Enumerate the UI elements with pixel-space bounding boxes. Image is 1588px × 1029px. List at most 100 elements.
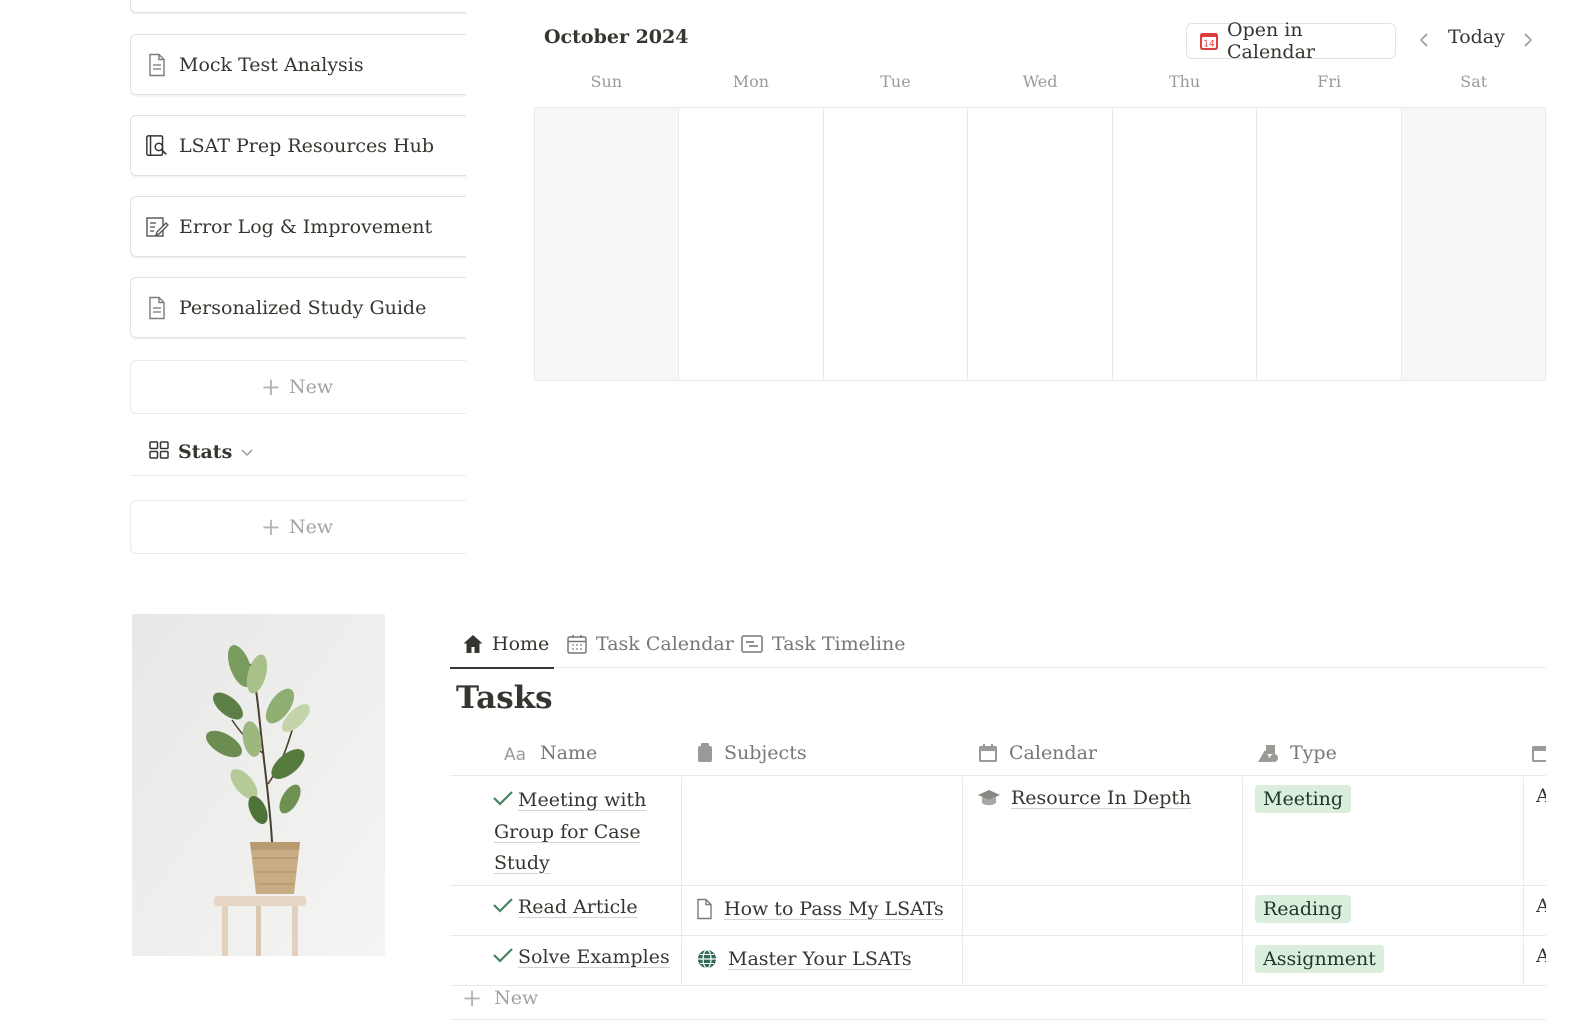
document-icon <box>145 296 169 320</box>
cell-name[interactable]: Read Article <box>450 887 682 935</box>
weekday-fri: Fri <box>1317 72 1342 91</box>
tab-label: Task Timeline <box>772 633 906 655</box>
open-in-calendar-button[interactable]: 14 Open in Calendar <box>1186 19 1396 63</box>
calendar-icon <box>566 633 588 655</box>
column-label: Subjects <box>724 742 807 764</box>
tab-home[interactable]: Home <box>450 620 554 669</box>
weekday-sat: Sat <box>1460 72 1488 91</box>
weekday-tue: Tue <box>880 72 911 91</box>
checkmark-icon <box>492 786 518 817</box>
new-page-button[interactable]: + New <box>130 360 466 414</box>
column-header-type[interactable]: Type <box>1256 730 1337 776</box>
column-label: Calendar <box>1009 742 1097 764</box>
today-button[interactable]: Today <box>1448 26 1505 48</box>
plant-image <box>132 614 385 956</box>
cell-calendar[interactable]: Resource In Depth <box>963 777 1243 885</box>
graduation-cap-icon <box>977 787 1001 809</box>
calendar-day-cell[interactable] <box>1401 108 1545 380</box>
stats-view-selector[interactable]: Stats <box>130 428 466 476</box>
table-row[interactable]: Read Article How to Pass My LSATs Readin… <box>450 887 1546 936</box>
weekday-mon: Mon <box>732 72 770 91</box>
stats-label: Stats <box>178 440 233 463</box>
cell-type[interactable]: Reading <box>1243 887 1524 935</box>
task-name[interactable]: Read Article <box>518 896 638 918</box>
subject-link[interactable]: How to Pass My LSATs <box>724 898 944 920</box>
calendar-day-cell[interactable] <box>679 108 824 380</box>
column-header-calendar[interactable]: Calendar <box>977 730 1097 776</box>
cell-calendar[interactable] <box>963 887 1243 935</box>
card-mock-test-analysis[interactable]: Mock Test Analysis <box>130 34 466 95</box>
column-label: Type <box>1290 742 1337 764</box>
column-label: Name <box>540 742 598 764</box>
weekday-wed: Wed <box>1022 72 1058 91</box>
card-label: LSAT Prep Resources Hub <box>179 134 435 157</box>
weekday-header: Sun Mon Tue Wed Thu Fri Sat <box>534 72 1546 98</box>
timeline-icon <box>740 633 764 655</box>
column-header-more[interactable] <box>1530 730 1546 776</box>
tab-task-timeline[interactable]: Task Timeline <box>740 620 905 668</box>
new-label: New <box>288 376 334 398</box>
home-icon <box>462 633 484 655</box>
chevron-left-icon <box>1419 33 1428 47</box>
table-header: Aa Name Subjects Calendar Type <box>450 730 1546 776</box>
new-label: New <box>494 986 539 1009</box>
new-stats-button[interactable]: + New <box>130 500 466 554</box>
calendar-day-cell[interactable] <box>968 108 1113 380</box>
cell-subjects[interactable] <box>682 777 963 885</box>
cell-subjects[interactable]: How to Pass My LSATs <box>682 887 963 935</box>
previous-month-button[interactable] <box>1414 28 1434 52</box>
calendar-day-cell[interactable] <box>823 108 969 380</box>
card-error-log-improvement[interactable]: Error Log & Improvement <box>130 196 466 257</box>
card-label: Mock Test Analysis <box>179 53 364 76</box>
cell-name[interactable]: Meeting with Group for Case Study <box>450 777 682 885</box>
calendar-day-cell[interactable] <box>535 108 680 380</box>
plus-icon: + <box>462 983 483 1012</box>
type-tag: Meeting <box>1255 785 1352 813</box>
weekday-thu: Thu <box>1168 72 1201 91</box>
tasks-table: Aa Name Subjects Calendar Type Meeting w… <box>450 730 1546 1029</box>
next-month-button[interactable] <box>1518 28 1538 52</box>
subject-link[interactable]: Master Your LSATs <box>728 948 912 970</box>
tasks-title: Tasks <box>456 680 553 716</box>
svg-text:14: 14 <box>1203 40 1215 50</box>
plus-icon: + <box>260 373 281 401</box>
calendar-grid <box>534 107 1546 381</box>
card-personalized-study-guide[interactable]: Personalized Study Guide <box>130 277 466 338</box>
open-in-calendar-label: Open in Calendar <box>1227 19 1315 63</box>
type-tag: Assignment <box>1255 945 1384 973</box>
svg-text:Aa: Aa <box>504 745 526 762</box>
card-partial-top[interactable] <box>130 0 466 13</box>
view-tabs: Home Task Calendar Task Timeline <box>450 620 1546 669</box>
document-icon <box>145 53 169 77</box>
calendar-day-cell[interactable] <box>1257 108 1402 380</box>
relation-icon <box>696 742 714 764</box>
globe-icon <box>696 948 718 970</box>
calendar-month-title: October 2024 <box>544 26 689 48</box>
cell-type[interactable]: Meeting <box>1243 777 1524 885</box>
calendar-icon <box>1530 742 1546 764</box>
weekday-sun: Sun <box>590 72 623 91</box>
type-tag: Reading <box>1255 895 1351 923</box>
gallery-icon <box>148 439 170 465</box>
text-property-icon: Aa <box>504 744 530 762</box>
tab-label: Home <box>492 633 550 655</box>
new-task-button[interactable]: + New <box>450 976 1546 1020</box>
card-label: Error Log & Improvement <box>179 215 433 238</box>
shapes-icon <box>1256 742 1280 764</box>
cell-more[interactable]: A <box>1524 887 1546 935</box>
calendar-icon <box>977 742 999 764</box>
tab-task-calendar[interactable]: Task Calendar <box>566 620 734 668</box>
task-name[interactable]: Solve Examples <box>518 946 670 968</box>
column-header-subjects[interactable]: Subjects <box>696 730 807 776</box>
cell-more[interactable]: A <box>1524 777 1546 885</box>
edit-list-icon <box>145 215 169 239</box>
column-header-name[interactable]: Aa Name <box>504 730 597 776</box>
calendar-link[interactable]: Resource In Depth <box>1011 787 1191 809</box>
card-lsat-prep-resources-hub[interactable]: LSAT Prep Resources Hub <box>130 115 466 176</box>
tab-label: Task Calendar <box>596 633 734 655</box>
table-row[interactable]: Meeting with Group for Case Study Resour… <box>450 777 1546 886</box>
chevron-down-icon <box>240 447 254 457</box>
calendar-day-cell[interactable] <box>1112 108 1258 380</box>
plus-icon: + <box>260 513 281 541</box>
chevron-right-icon <box>1524 33 1533 47</box>
